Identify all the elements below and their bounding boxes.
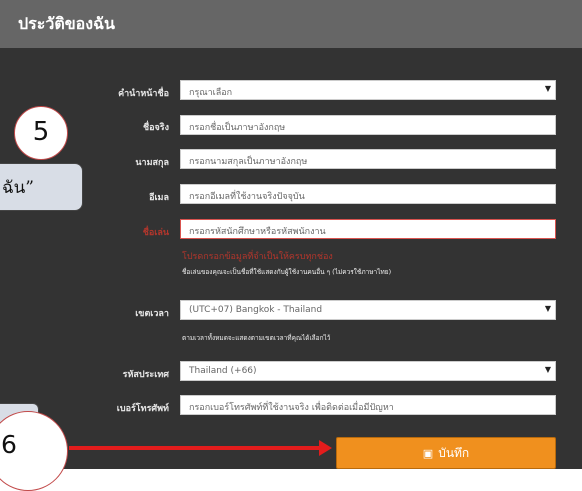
first-name-field[interactable]: กรอกชื่อเป็นภาษาอังกฤษ [180,115,556,135]
email-field[interactable]: กรอกอีเมลที่ใช้งานจริงปัจจุบัน [180,184,556,204]
phone-field[interactable]: กรอกเบอร์โทรศัพท์ที่ใช้งานจริง เพื่อติดต… [180,395,556,415]
pointer-arrow-line [69,446,321,450]
callout-text: ฉัน” [2,178,34,198]
callout-box: ฉัน” [0,163,83,211]
step-6-number: 6 [1,430,17,459]
username-field[interactable]: กรอกรหัสนักศึกษาหรือรหัสพนักงาน [180,219,556,239]
last-name-field[interactable]: กรอกนามสกุลเป็นภาษาอังกฤษ [180,149,556,169]
profile-panel: ประวัติของฉัน คำนำหน้าชื่อ กรุณาเลือก ▼ … [0,0,582,469]
username-label: ชื่อเล่น [142,228,169,238]
arrow-right-icon [319,440,332,456]
save-button-label: บันทึก [438,446,470,460]
first-name-label: ชื่อจริง [142,123,169,133]
chevron-down-icon: ▼ [544,304,551,313]
title-prefix-select[interactable]: กรุณาเลือก ▼ [180,80,556,100]
panel-header: ประวัติของฉัน [0,0,582,48]
last-name-label: นามสกุล [135,158,169,168]
timezone-note: ตามเวลาทั้งหมดจะแสดงตามเขตเวลาที่คุณได้เ… [182,334,331,342]
country-code-value: Thailand (+66) [189,366,257,376]
step-5-number: 5 [32,117,50,147]
country-code-label: รหัสประเทศ [122,370,169,380]
timezone-value: (UTC+07) Bangkok - Thailand [189,305,323,315]
title-prefix-label: คำนำหน้าชื่อ [118,89,169,99]
email-placeholder: กรอกอีเมลที่ใช้งานจริงปัจจุบัน [189,192,305,202]
first-name-placeholder: กรอกชื่อเป็นภาษาอังกฤษ [189,123,286,133]
save-icon: ▣ [422,447,434,460]
phone-label: เบอร์โทรศัพท์ [116,404,169,414]
page-title: ประวัติของฉัน [18,14,115,33]
last-name-placeholder: กรอกนามสกุลเป็นภาษาอังกฤษ [189,157,308,167]
country-code-select[interactable]: Thailand (+66) ▼ [180,361,556,381]
title-prefix-value: กรุณาเลือก [189,88,233,98]
chevron-down-icon: ▼ [544,365,551,374]
timezone-label: เขตเวลา [135,309,169,319]
username-error: โปรดกรอกข้อมูลที่จำเป็นให้ครบทุกช่อง [182,252,333,262]
timezone-select[interactable]: (UTC+07) Bangkok - Thailand ▼ [180,300,556,320]
step-5-marker: 5 [14,106,68,160]
save-button[interactable]: ▣ บันทึก [336,437,556,469]
chevron-down-icon: ▼ [544,84,551,93]
email-label: อีเมล [149,193,169,203]
username-note: ชื่อเล่นของคุณจะเป็นชื่อที่ใช้แสดงกับผู้… [182,268,392,276]
username-placeholder: กรอกรหัสนักศึกษาหรือรหัสพนักงาน [189,227,326,237]
phone-placeholder: กรอกเบอร์โทรศัพท์ที่ใช้งานจริง เพื่อติดต… [189,403,394,413]
